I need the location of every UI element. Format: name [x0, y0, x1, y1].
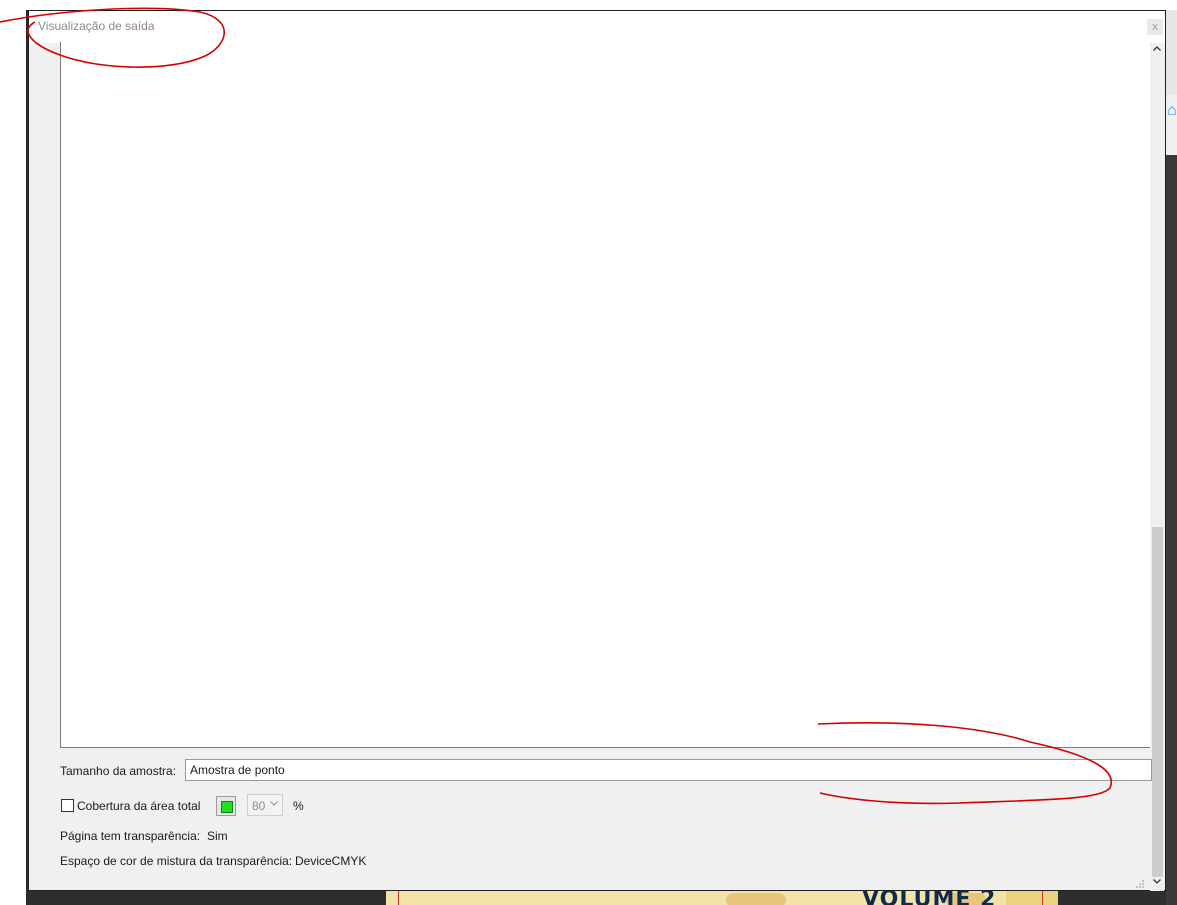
- total-area-coverage-label[interactable]: Cobertura da área total: [77, 799, 200, 813]
- dialog-title: Visualização de saída: [38, 19, 155, 33]
- total-area-coverage-checkbox[interactable]: [61, 799, 74, 812]
- page-transparency-value: Sim: [207, 829, 228, 843]
- blend-space-label: Espaço de cor de mistura da transparênci…: [60, 854, 293, 868]
- chevron-down-icon: [269, 798, 279, 811]
- coverage-color-swatch[interactable]: [216, 796, 236, 816]
- background-document-page: VOLUME 2: [386, 891, 1058, 905]
- background-tool-icon: ⌂: [1167, 102, 1177, 119]
- close-button[interactable]: x: [1147, 19, 1163, 35]
- percent-symbol: %: [293, 799, 304, 813]
- close-icon: x: [1152, 21, 1158, 33]
- background-right-edge: [1166, 10, 1177, 905]
- output-preview-dialog: Visualização de saída x Tamanho da amost…: [28, 10, 1166, 891]
- coverage-percent-select[interactable]: 80: [247, 794, 283, 816]
- dialog-titlebar[interactable]: Visualização de saída x: [29, 11, 1165, 43]
- preview-area: [60, 42, 1152, 748]
- resize-grip-icon[interactable]: [1135, 879, 1145, 889]
- scrollbar-thumb[interactable]: [1152, 527, 1163, 877]
- chevron-down-icon[interactable]: [1150, 875, 1164, 891]
- blend-space-value: DeviceCMYK: [295, 854, 367, 868]
- coverage-percent-value: 80: [252, 799, 266, 813]
- page-transparency-label: Página tem transparência:: [60, 829, 201, 843]
- vertical-scrollbar[interactable]: [1150, 43, 1164, 891]
- background-left-edge: [0, 0, 29, 905]
- color-swatch-fill: [221, 801, 233, 813]
- sample-size-dropdown[interactable]: Amostra de ponto: [185, 759, 1152, 781]
- sample-size-label: Tamanho da amostra:: [60, 764, 177, 778]
- chevron-up-icon[interactable]: [1150, 43, 1164, 59]
- background-page-text: VOLUME 2: [862, 891, 997, 905]
